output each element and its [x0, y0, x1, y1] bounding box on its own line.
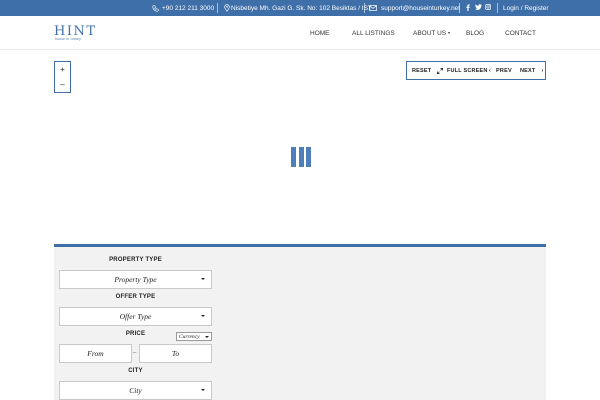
- caret-down-icon: [201, 389, 205, 391]
- currency-value: Currency: [179, 333, 200, 340]
- caret-down-icon: [448, 32, 451, 34]
- phone-icon: [152, 4, 159, 12]
- login-register-link[interactable]: Login / Register: [503, 0, 549, 16]
- gallery-controls: RESET FULL SCREEN ‹ PREV NEXT ›: [406, 61, 546, 80]
- phone-contact[interactable]: +90 212 211 3000: [152, 0, 214, 16]
- reset-button[interactable]: RESET: [412, 62, 431, 79]
- instagram-icon: [485, 4, 491, 12]
- currency-select[interactable]: Currency: [176, 332, 212, 341]
- nav-blog[interactable]: BLOG: [466, 16, 484, 50]
- zoom-out-button[interactable]: –: [55, 77, 70, 92]
- chevron-right-icon: ›: [541, 67, 544, 74]
- loading-spinner-icon: [291, 147, 311, 167]
- phone-number: +90 212 211 3000: [162, 4, 215, 12]
- nav-home[interactable]: HOME: [310, 16, 330, 50]
- price-to-input[interactable]: To: [139, 344, 212, 363]
- divider: [459, 3, 460, 13]
- next-button[interactable]: NEXT ›: [520, 62, 544, 79]
- fullscreen-label: FULL SCREEN: [447, 67, 488, 74]
- twitter-icon: [475, 4, 482, 12]
- caret-down-icon: [201, 278, 205, 280]
- nav-contact[interactable]: CONTACT: [505, 16, 536, 50]
- email-contact[interactable]: support@houseinturkey.net: [369, 0, 460, 16]
- site-logo[interactable]: HINT house in turkey: [54, 25, 95, 43]
- divider: [497, 3, 498, 13]
- fullscreen-button[interactable]: FULL SCREEN: [437, 62, 488, 79]
- property-type-label: PROPERTY TYPE: [109, 257, 162, 263]
- nav-about-us-label: ABOUT US: [413, 29, 447, 37]
- offer-type-label: OFFER TYPE: [115, 294, 156, 300]
- property-type-select[interactable]: Property Type: [59, 270, 212, 289]
- city-select[interactable]: City: [59, 381, 212, 400]
- top-info-bar: +90 212 211 3000 Nisbetiye Mh. Gazi G. S…: [0, 0, 600, 16]
- city-value: City: [129, 386, 142, 395]
- nav-all-listings[interactable]: ALL LISTINGS: [352, 16, 395, 50]
- divider: [217, 3, 218, 13]
- property-type-value: Property Type: [114, 275, 157, 284]
- address-info: Nisbetiye Mh. Gazi G. Sk. No: 102 Besikt…: [224, 0, 372, 16]
- caret-down-icon: [205, 335, 209, 338]
- divider: [364, 3, 365, 13]
- zoom-controls: + –: [54, 61, 71, 93]
- zoom-in-button[interactable]: +: [55, 62, 70, 77]
- offer-type-select[interactable]: Offer Type: [59, 307, 212, 326]
- instagram-link[interactable]: [485, 0, 491, 16]
- price-to-placeholder: To: [171, 349, 180, 358]
- email-address: support@houseinturkey.net: [381, 4, 461, 12]
- prev-button[interactable]: ‹ PREV: [489, 62, 512, 79]
- price-from-input[interactable]: From: [59, 344, 132, 363]
- logo-tagline: house in turkey: [55, 37, 82, 41]
- next-label: NEXT: [520, 67, 536, 74]
- expand-icon: [437, 67, 443, 74]
- facebook-link[interactable]: [466, 0, 470, 16]
- prev-label: PREV: [496, 67, 512, 74]
- site-header: HINT house in turkey HOME ALL LISTINGS A…: [0, 16, 600, 50]
- price-from-placeholder: From: [87, 349, 104, 358]
- envelope-icon: [369, 5, 377, 11]
- map-pin-icon: [224, 4, 230, 12]
- twitter-link[interactable]: [475, 0, 482, 16]
- price-range-separator: –: [133, 350, 137, 356]
- facebook-icon: [466, 3, 470, 13]
- offer-type-value: Offer Type: [119, 312, 152, 321]
- address-text: Nisbetiye Mh. Gazi G. Sk. No: 102 Besikt…: [231, 4, 372, 12]
- nav-about-us[interactable]: ABOUT US: [413, 16, 451, 50]
- chevron-left-icon: ‹: [489, 67, 492, 74]
- caret-down-icon: [201, 315, 205, 317]
- city-label: CITY: [128, 368, 143, 374]
